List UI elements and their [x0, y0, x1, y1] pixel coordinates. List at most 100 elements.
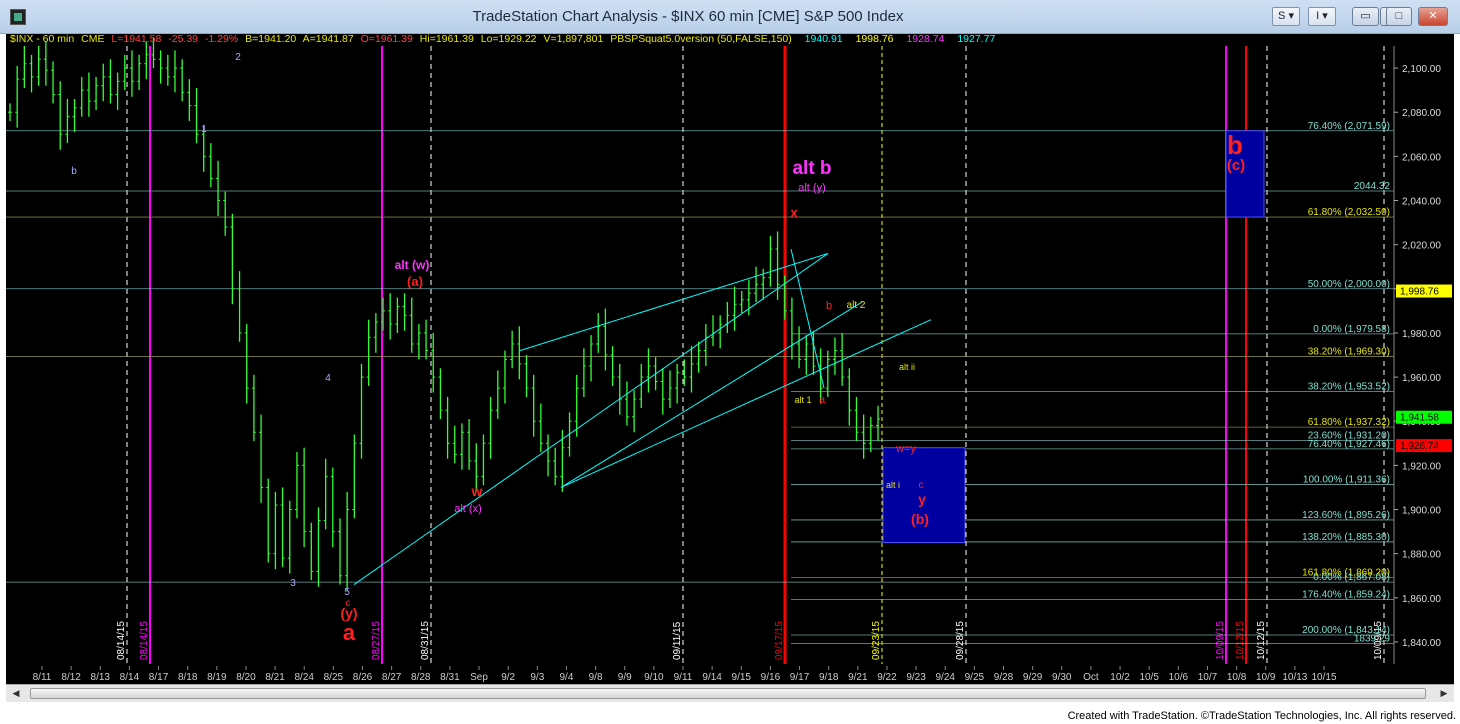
fib-level-label: 123.60% (1,895.26)	[1302, 510, 1390, 521]
wave-label: 4	[325, 373, 331, 384]
fib-level-label: 76.40% (2,071.59)	[1308, 121, 1390, 132]
x-tick-label: 9/4	[560, 672, 574, 683]
header-v2: 1998.76	[856, 34, 894, 45]
header-study: PBSPSquat5.0version (50,FALSE,150)	[610, 34, 792, 45]
wave-label: b	[826, 300, 832, 312]
price-axis-bg	[1394, 34, 1454, 684]
header-change: -25.39	[168, 34, 198, 45]
wave-label: c	[919, 480, 924, 491]
wave-label: alt b	[792, 158, 831, 179]
x-tick-label: 9/24	[935, 672, 955, 683]
y-tick-label: 2,060.00	[1402, 152, 1441, 163]
x-tick-label: 8/13	[91, 672, 111, 683]
time-axis: 8/11 8/12 8/13 8/14 8/17 8/18 8/19 8/20 8/21 8/24…	[33, 666, 1337, 683]
x-tick-label: 10/8	[1227, 672, 1247, 683]
x-tick-label: 10/15	[1311, 672, 1336, 683]
maximize-button[interactable]: □	[1386, 7, 1412, 26]
wave-label: 2	[235, 52, 241, 63]
header-symbol: $INX - 60 min	[10, 34, 74, 45]
date-marker-label: 10/09/15	[1215, 621, 1226, 660]
x-tick-label: 9/18	[819, 672, 839, 683]
x-tick-label: 8/26	[353, 672, 373, 683]
header-change-pct: -1.29%	[205, 34, 238, 45]
trend-line	[560, 319, 932, 488]
y-tick-label: 2,020.00	[1402, 241, 1441, 252]
x-tick-label: 8/19	[207, 672, 227, 683]
x-tick-label: 9/17	[790, 672, 810, 683]
wave-label: alt 2	[847, 300, 866, 311]
x-tick-label: 9/23	[906, 672, 926, 683]
y-tick-label: 1,960.00	[1402, 373, 1441, 384]
fib-level-label: 2044.32	[1354, 181, 1391, 192]
y-tick-label: 1,900.00	[1402, 506, 1441, 517]
date-marker-layer: 08/14/15 08/14/15 08/27/15 08/31/15 09/11/15…	[116, 46, 1385, 664]
wave-label: a	[819, 394, 826, 406]
wave-label: 5	[344, 587, 350, 598]
header-v1: 1940.91	[805, 34, 843, 45]
date-marker-label: 10/12/15	[1256, 621, 1267, 660]
y-tick-label: 2,080.00	[1402, 108, 1441, 119]
wave-label: (c)	[1227, 157, 1245, 174]
header-low: Lo=1929.22	[481, 34, 537, 45]
wave-label: alt ii	[899, 362, 915, 372]
price-chart[interactable]: 08/14/15 08/14/15 08/27/15 08/31/15 09/11/15…	[6, 34, 1454, 684]
horizontal-scrollbar[interactable]: ◀ ▶	[6, 684, 1454, 702]
x-tick-label: 8/17	[149, 672, 169, 683]
date-marker-label: 08/14/15	[116, 621, 127, 660]
wave-label: alt (y)	[798, 182, 826, 194]
date-marker-label: 09/17/15	[774, 621, 785, 660]
x-tick-label: 8/28	[411, 672, 431, 683]
fib-level-label: 61.80% (1,937.32)	[1308, 417, 1390, 428]
close-button[interactable]: ✕	[1418, 7, 1448, 26]
svg-text:$INX - 60 min CME: $INX - 60 min CME L=1941.58 -25.39 -1.29…	[10, 34, 995, 45]
x-tick-label: 9/15	[732, 672, 752, 683]
chart-link-button[interactable]: I ▾	[1308, 7, 1336, 26]
header-exchange: CME	[81, 34, 104, 45]
price-marker-label: 1,941.58	[1400, 413, 1439, 424]
y-tick-label: 1,880.00	[1402, 550, 1441, 561]
wave-label: x	[790, 205, 798, 220]
header-last: L=1941.58	[111, 34, 161, 45]
header-ask: A=1941.87	[303, 34, 354, 45]
fib-level-label: 1839.29	[1354, 633, 1391, 644]
date-marker-label: 09/28/15	[955, 621, 966, 660]
maximize-icon: □	[1395, 10, 1403, 22]
fib-level-label: 38.20% (1,953.52)	[1308, 381, 1390, 392]
fib-level-label: 50.00% (2,000.00)	[1308, 279, 1390, 290]
date-marker-label: 08/31/15	[420, 621, 431, 660]
x-tick-label: 9/10	[644, 672, 664, 683]
wave-label: alt 1	[794, 395, 811, 405]
wave-label: 1	[201, 124, 207, 135]
x-tick-label: 9/22	[877, 672, 897, 683]
scroll-right-icon[interactable]: ▶	[1437, 687, 1451, 700]
trend-line	[353, 253, 829, 585]
date-marker-label: 08/27/15	[371, 621, 382, 660]
restore-down-button[interactable]: ▭	[1352, 7, 1379, 26]
date-marker-label: 09/23/15	[871, 621, 882, 660]
fib-level-label: 76.40% (1,927.46)	[1308, 439, 1390, 450]
wave-label: (b)	[911, 511, 929, 527]
symbol-link-button[interactable]: S ▾	[1272, 7, 1300, 26]
scroll-left-icon[interactable]: ◀	[9, 687, 23, 700]
x-tick-label: 8/11	[33, 672, 52, 683]
scroll-thumb[interactable]	[30, 688, 1426, 699]
header-volume: V=1,897,801	[543, 34, 603, 45]
x-tick-label: 10/7	[1198, 672, 1218, 683]
fib-level-label: 176.40% (1,859.24)	[1302, 589, 1390, 600]
header-v4: 1927.77	[957, 34, 995, 45]
price-bars-layer	[8, 37, 880, 592]
x-tick-label: 8/31	[440, 672, 460, 683]
date-marker-label: 09/11/15	[672, 621, 683, 660]
y-tick-label: 1,840.00	[1402, 638, 1441, 649]
x-tick-label: 9/3	[530, 672, 544, 683]
fib-level-label: 138.20% (1,885.30)	[1302, 532, 1390, 543]
x-tick-label: Oct	[1083, 672, 1099, 683]
fib-level-label: 0.00% (1,867.08)	[1313, 572, 1390, 583]
close-icon: ✕	[1428, 10, 1438, 22]
trend-line	[560, 301, 863, 488]
chart-area[interactable]: 08/14/15 08/14/15 08/27/15 08/31/15 09/11/15…	[6, 34, 1454, 710]
y-tick-label: 1,920.00	[1402, 461, 1441, 472]
restore-down-icon: ▭	[1360, 10, 1371, 22]
chevron-down-icon: ▾	[1288, 10, 1294, 22]
x-tick-label: 8/12	[61, 672, 81, 683]
